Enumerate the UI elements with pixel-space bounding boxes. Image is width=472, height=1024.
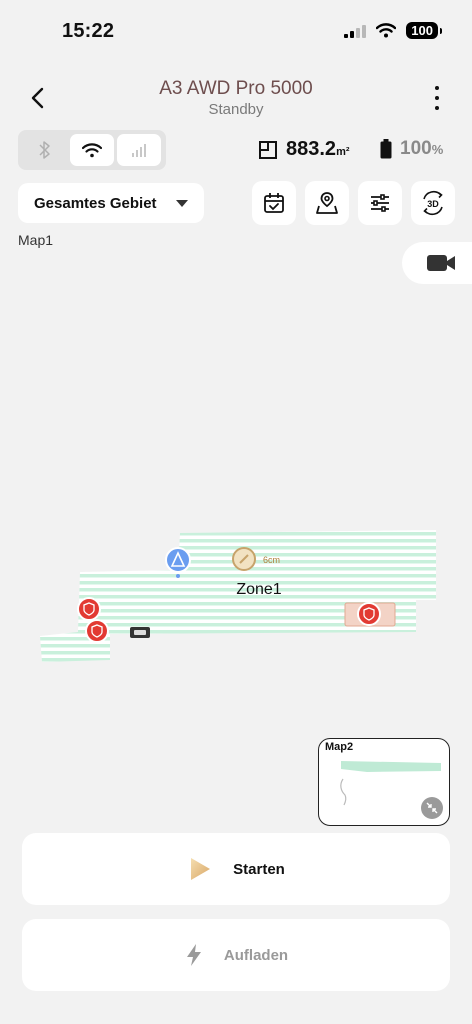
area-value: 883.2 bbox=[286, 138, 337, 160]
wifi-icon bbox=[81, 142, 102, 157]
settings-sliders-button[interactable] bbox=[358, 181, 402, 225]
charge-button[interactable]: Aufladen bbox=[22, 919, 450, 991]
wifi-toggle[interactable] bbox=[69, 134, 114, 166]
minimap[interactable]: Map2 bbox=[318, 738, 450, 826]
device-status: Standby bbox=[208, 101, 264, 118]
area-dropdown-label: Gesamtes Gebiet bbox=[34, 194, 157, 212]
bluetooth-toggle[interactable] bbox=[23, 134, 67, 166]
mowing-area: 883.2m² bbox=[258, 138, 350, 161]
area-icon bbox=[259, 140, 277, 159]
no-go-zone-marker[interactable] bbox=[77, 597, 101, 621]
view-3d-label: 3D bbox=[427, 199, 439, 209]
collapse-arrows-icon bbox=[426, 802, 438, 814]
more-dot-icon bbox=[435, 96, 439, 100]
mowing-map[interactable]: 6cm Zone1 bbox=[0, 520, 472, 670]
area-unit: m² bbox=[336, 146, 350, 158]
battery-level: 100% bbox=[380, 138, 443, 160]
lightning-bolt-icon bbox=[186, 944, 201, 966]
cellular-icon bbox=[132, 144, 147, 157]
wifi-status-icon bbox=[376, 23, 397, 38]
battery-unit: % bbox=[431, 142, 444, 157]
no-go-zone-marker[interactable] bbox=[344, 602, 396, 627]
video-camera-icon bbox=[427, 255, 455, 271]
cellular-signal-icon bbox=[344, 24, 367, 38]
map-name: Map1 bbox=[18, 232, 54, 248]
start-label: Starten bbox=[233, 860, 285, 878]
status-indicators: 100 bbox=[344, 22, 442, 39]
battery-status: 100 bbox=[406, 22, 442, 39]
area-dropdown[interactable]: Gesamtes Gebiet bbox=[18, 183, 204, 223]
map-edit-button[interactable] bbox=[305, 181, 349, 225]
calendar-check-icon bbox=[264, 193, 284, 213]
play-icon bbox=[191, 858, 211, 880]
caret-down-icon bbox=[176, 199, 188, 207]
more-dot-icon bbox=[435, 86, 439, 90]
no-go-zone-marker[interactable] bbox=[85, 619, 109, 643]
more-options-button[interactable] bbox=[428, 86, 446, 110]
battery-icon bbox=[380, 139, 392, 159]
schedule-button[interactable] bbox=[252, 181, 296, 225]
more-dot-icon bbox=[435, 106, 439, 110]
mower-position-icon bbox=[130, 627, 150, 638]
sliders-icon bbox=[371, 194, 389, 212]
device-title: A3 AWD Pro 5000 bbox=[159, 78, 313, 99]
view-3d-icon: 3D bbox=[423, 191, 443, 215]
battery-value: 100 bbox=[400, 138, 432, 159]
view-3d-button[interactable]: 3D bbox=[411, 181, 455, 225]
zone-label: Zone1 bbox=[236, 581, 281, 598]
minimap-collapse-button[interactable] bbox=[421, 797, 443, 819]
camera-view-button[interactable] bbox=[402, 242, 472, 284]
connection-selector bbox=[18, 130, 166, 170]
cellular-toggle[interactable] bbox=[117, 134, 162, 166]
charge-label: Aufladen bbox=[223, 946, 289, 964]
bluetooth-icon bbox=[39, 141, 50, 159]
cut-height-text: 6cm bbox=[263, 555, 280, 565]
start-button[interactable]: Starten bbox=[22, 833, 450, 905]
map-edit-icon bbox=[316, 192, 338, 214]
status-time: 15:22 bbox=[62, 20, 115, 42]
